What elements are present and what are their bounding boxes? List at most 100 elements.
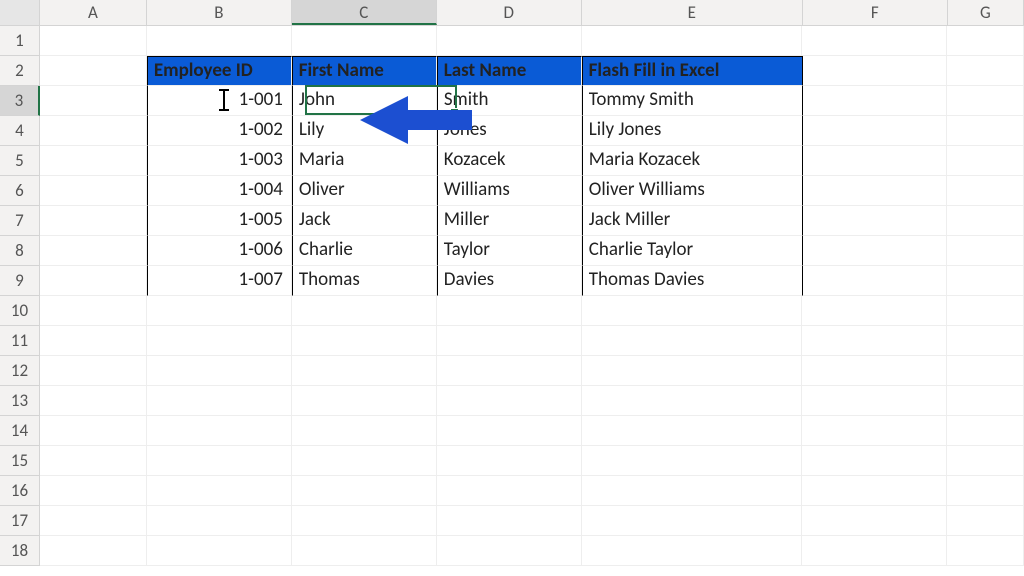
cell-D17[interactable] xyxy=(437,506,582,536)
cell-D3[interactable]: Smith xyxy=(437,86,582,116)
cell-C2[interactable]: First Name xyxy=(292,56,437,86)
cell-B10[interactable] xyxy=(147,296,292,326)
cell-F2[interactable] xyxy=(803,56,948,86)
cell-B4[interactable]: 1-002 xyxy=(147,116,292,146)
cell-D5[interactable]: Kozacek xyxy=(437,146,582,176)
cell-E7[interactable]: Jack Miller xyxy=(582,206,803,236)
cell-G17[interactable] xyxy=(947,506,1024,536)
cell-D14[interactable] xyxy=(437,416,582,446)
cell-G18[interactable] xyxy=(947,536,1024,566)
cell-E10[interactable] xyxy=(582,296,803,326)
cell-C17[interactable] xyxy=(292,506,437,536)
cell-E18[interactable] xyxy=(582,536,803,566)
cell-G4[interactable] xyxy=(947,116,1024,146)
cell-G1[interactable] xyxy=(947,26,1024,56)
cell-F13[interactable] xyxy=(802,386,947,416)
cell-G5[interactable] xyxy=(947,146,1024,176)
cell-E13[interactable] xyxy=(582,386,803,416)
cell-A7[interactable] xyxy=(40,206,147,236)
cell-E3[interactable]: Tommy Smith xyxy=(582,86,803,116)
select-all-corner[interactable] xyxy=(0,0,40,25)
row-header-18[interactable]: 18 xyxy=(0,536,40,566)
cell-D13[interactable] xyxy=(437,386,582,416)
cell-G8[interactable] xyxy=(947,236,1024,266)
cell-A12[interactable] xyxy=(40,356,147,386)
cell-A15[interactable] xyxy=(40,446,147,476)
cell-A8[interactable] xyxy=(40,236,147,266)
cell-E14[interactable] xyxy=(582,416,803,446)
row-header-11[interactable]: 11 xyxy=(0,326,40,356)
row-header-14[interactable]: 14 xyxy=(0,416,40,446)
column-header-c[interactable]: C xyxy=(292,0,437,25)
row-header-5[interactable]: 5 xyxy=(0,146,40,176)
row-header-10[interactable]: 10 xyxy=(0,296,40,326)
cell-G11[interactable] xyxy=(947,326,1024,356)
cell-A9[interactable] xyxy=(40,266,147,296)
cell-C7[interactable]: Jack xyxy=(292,206,437,236)
row-header-12[interactable]: 12 xyxy=(0,356,40,386)
column-header-f[interactable]: F xyxy=(803,0,948,25)
cell-D10[interactable] xyxy=(437,296,582,326)
cell-D11[interactable] xyxy=(437,326,582,356)
cell-B11[interactable] xyxy=(147,326,292,356)
cell-F10[interactable] xyxy=(802,296,947,326)
row-header-13[interactable]: 13 xyxy=(0,386,40,416)
cell-C13[interactable] xyxy=(292,386,437,416)
cell-G6[interactable] xyxy=(947,176,1024,206)
row-header-7[interactable]: 7 xyxy=(0,206,40,236)
cell-G12[interactable] xyxy=(947,356,1024,386)
cell-B5[interactable]: 1-003 xyxy=(147,146,292,176)
cell-F11[interactable] xyxy=(802,326,947,356)
cell-E9[interactable]: Thomas Davies xyxy=(582,266,803,296)
row-header-2[interactable]: 2 xyxy=(0,56,40,86)
cell-C6[interactable]: Oliver xyxy=(292,176,437,206)
column-header-d[interactable]: D xyxy=(437,0,582,25)
cell-A17[interactable] xyxy=(40,506,147,536)
cell-C8[interactable]: Charlie xyxy=(292,236,437,266)
cell-G14[interactable] xyxy=(947,416,1024,446)
cell-F4[interactable] xyxy=(803,116,948,146)
cell-E6[interactable]: Oliver Williams xyxy=(582,176,803,206)
spreadsheet-grid[interactable]: ABCDEFG 12Employee IDFirst NameLast Name… xyxy=(0,0,1024,576)
cell-C9[interactable]: Thomas xyxy=(292,266,437,296)
cell-F12[interactable] xyxy=(802,356,947,386)
cell-B8[interactable]: 1-006 xyxy=(147,236,292,266)
cell-B13[interactable] xyxy=(147,386,292,416)
cell-E17[interactable] xyxy=(582,506,803,536)
row-header-4[interactable]: 4 xyxy=(0,116,40,146)
row-header-6[interactable]: 6 xyxy=(0,176,40,206)
cell-A5[interactable] xyxy=(40,146,147,176)
cell-C18[interactable] xyxy=(292,536,437,566)
cell-G10[interactable] xyxy=(947,296,1024,326)
cell-A11[interactable] xyxy=(40,326,147,356)
row-header-17[interactable]: 17 xyxy=(0,506,40,536)
cell-G3[interactable] xyxy=(947,86,1024,116)
cell-F17[interactable] xyxy=(802,506,947,536)
cell-D9[interactable]: Davies xyxy=(437,266,582,296)
cell-C12[interactable] xyxy=(292,356,437,386)
cell-F1[interactable] xyxy=(802,26,947,56)
cell-F7[interactable] xyxy=(803,206,948,236)
cell-A6[interactable] xyxy=(40,176,147,206)
cell-E16[interactable] xyxy=(582,476,803,506)
cell-D8[interactable]: Taylor xyxy=(437,236,582,266)
cell-B2[interactable]: Employee ID xyxy=(147,56,292,86)
cell-F3[interactable] xyxy=(803,86,948,116)
cell-C10[interactable] xyxy=(292,296,437,326)
column-header-e[interactable]: E xyxy=(582,0,803,25)
cell-E8[interactable]: Charlie Taylor xyxy=(582,236,803,266)
cell-D2[interactable]: Last Name xyxy=(437,56,582,86)
cell-A4[interactable] xyxy=(40,116,147,146)
cell-G15[interactable] xyxy=(947,446,1024,476)
cell-G7[interactable] xyxy=(947,206,1024,236)
cell-E5[interactable]: Maria Kozacek xyxy=(582,146,803,176)
cell-A16[interactable] xyxy=(40,476,147,506)
cell-B1[interactable] xyxy=(147,26,292,56)
cell-F6[interactable] xyxy=(803,176,948,206)
cell-D4[interactable]: Jones xyxy=(437,116,582,146)
row-header-16[interactable]: 16 xyxy=(0,476,40,506)
cell-F14[interactable] xyxy=(802,416,947,446)
cell-E15[interactable] xyxy=(582,446,803,476)
cell-C5[interactable]: Maria xyxy=(292,146,437,176)
cell-A3[interactable] xyxy=(40,86,147,116)
